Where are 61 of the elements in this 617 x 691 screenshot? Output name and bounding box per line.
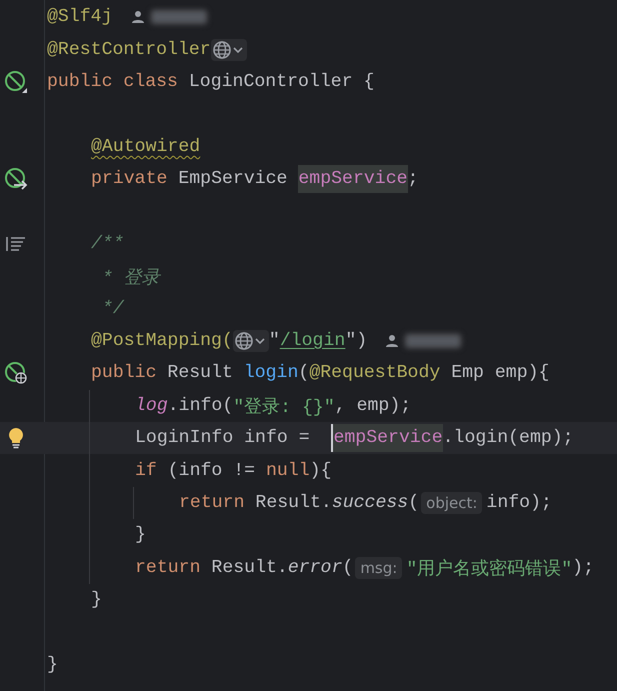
code-token: @RestController <box>47 40 211 60</box>
code-token: @Slf4j <box>47 7 112 28</box>
endpoint-icon[interactable] <box>4 361 28 386</box>
globe-dropdown-icon[interactable] <box>210 38 247 61</box>
globe-dropdown-icon[interactable] <box>232 330 269 352</box>
code-token: info); <box>486 493 552 514</box>
code-token: .info( <box>168 396 234 416</box>
code-token: } <box>47 655 58 675</box>
code-editor[interactable] <box>0 0 617 691</box>
code-comment: */ <box>100 298 124 319</box>
code-token: success <box>332 493 408 514</box>
code-token: ( <box>342 558 354 578</box>
code-token: Result <box>167 363 234 384</box>
injection-icon[interactable] <box>4 167 28 192</box>
code-token: } <box>91 590 102 610</box>
code-token: empService <box>331 424 443 452</box>
code-token: return <box>135 558 202 578</box>
code-token: if <box>135 460 158 481</box>
author-hint[interactable] <box>385 334 462 348</box>
code-token: (info != <box>168 460 256 481</box>
code-token: , emp); <box>334 396 412 416</box>
code-token: ); <box>572 558 594 578</box>
code-token: empService <box>298 165 408 194</box>
author-hint[interactable] <box>130 10 206 24</box>
code-token: private <box>91 169 168 190</box>
code-token: login <box>244 363 298 384</box>
code-token: log <box>135 396 168 416</box>
code-token: null <box>266 460 310 481</box>
parameter-hint: object: <box>421 492 482 514</box>
code-token: ( <box>298 363 310 384</box>
code-token: Result. <box>255 493 332 514</box>
code-token: public <box>91 363 158 384</box>
code-token: ( <box>408 493 420 514</box>
code-token: " <box>268 331 280 352</box>
code-token: public class <box>47 72 179 92</box>
url-link[interactable]: /login <box>280 331 346 352</box>
code-token: "用户名或密码错误" <box>406 558 572 580</box>
code-token: } <box>135 525 146 546</box>
code-comment: * 登录 <box>100 267 160 289</box>
lightbulb-icon[interactable] <box>8 427 24 450</box>
code-token: @RequestBody <box>309 363 440 384</box>
code-token: LoginController { <box>188 72 374 92</box>
code-token: ") <box>345 331 368 352</box>
code-token: Result. <box>211 558 288 578</box>
code-token: Emp emp){ <box>450 363 550 384</box>
code-token: @PostMapping( <box>91 331 233 352</box>
code-token: return <box>179 493 246 514</box>
doc-comment-icon[interactable] <box>5 236 27 252</box>
code-token: .login(emp); <box>442 428 574 448</box>
code-token: LoginInfo info = <box>135 428 311 448</box>
bean-icon[interactable] <box>4 70 28 94</box>
code-token: ; <box>408 169 418 190</box>
parameter-hint: msg: <box>355 556 402 579</box>
code-token: ){ <box>310 460 332 481</box>
person-icon <box>130 10 144 24</box>
code-comment: /** <box>91 234 124 254</box>
code-token: "登录: {}" <box>233 396 335 418</box>
code-token: @Autowired <box>91 136 200 157</box>
code-token: error <box>288 558 342 578</box>
code-token: EmpService <box>178 169 288 190</box>
person-icon <box>385 334 400 348</box>
